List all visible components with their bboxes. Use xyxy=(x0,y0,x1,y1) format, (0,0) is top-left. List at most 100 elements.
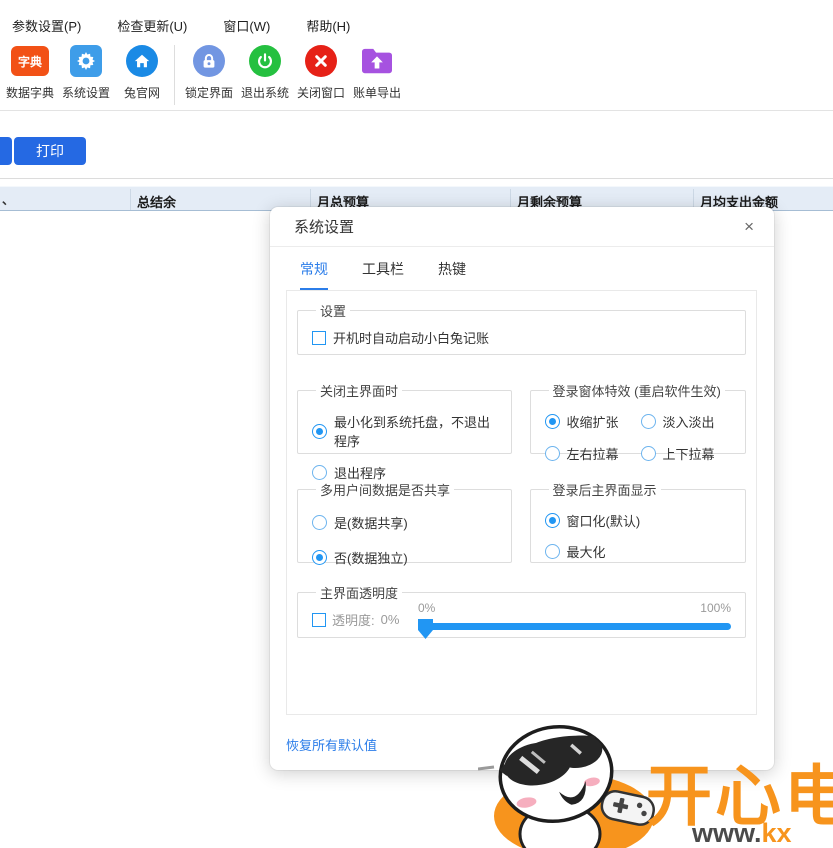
radio-icon xyxy=(545,414,560,429)
column-separator xyxy=(130,189,131,210)
toolbar-button-close-window[interactable]: 关闭窗口 xyxy=(293,44,349,101)
group-legend: 关闭主界面时 xyxy=(316,381,402,400)
print-button[interactable]: 打印 xyxy=(14,137,86,165)
menu-item-check-update[interactable]: 检查更新(U) xyxy=(115,14,189,37)
checkbox-icon xyxy=(312,613,326,627)
tab-general[interactable]: 常规 xyxy=(300,259,328,290)
group-login-effect: 登录窗体特效 (重启软件生效) 收缩扩张 淡入淡出 左右拉幕 xyxy=(530,381,746,454)
table-header-partial-text: 、 xyxy=(2,191,14,208)
transparency-value: 0% xyxy=(381,612,400,627)
system-settings-dialog: 系统设置 × 常规 工具栏 热键 设置 开机时自动启动小白兔记账 关闭主界面时 … xyxy=(270,207,774,770)
transparency-slider[interactable] xyxy=(418,618,731,638)
radio-effect-shrink-expand[interactable]: 收缩扩张 xyxy=(545,412,641,431)
group-legend: 登录窗体特效 (重启软件生效) xyxy=(549,381,725,400)
radio-icon xyxy=(312,515,327,530)
radio-label: 窗口化(默认) xyxy=(567,511,641,530)
radio-icon xyxy=(641,446,656,461)
toolbar-button-lock-screen[interactable]: 锁定界面 xyxy=(181,44,237,101)
dialog-title: 系统设置 xyxy=(294,216,354,237)
folder-export-icon xyxy=(360,44,394,78)
radio-share-yes[interactable]: 是(数据共享) xyxy=(312,513,499,532)
checkbox-icon xyxy=(312,331,326,345)
radio-icon xyxy=(312,424,327,439)
checkbox-transparency[interactable]: 透明度: 0% xyxy=(312,610,418,629)
close-icon[interactable]: × xyxy=(744,218,754,235)
group-legend: 设置 xyxy=(316,301,350,320)
mascot-body xyxy=(520,804,600,848)
radio-icon xyxy=(545,446,560,461)
toolbar-label: 账单导出 xyxy=(353,84,401,101)
radio-windowed[interactable]: 窗口化(默认) xyxy=(545,511,733,530)
radio-icon xyxy=(312,550,327,565)
toolbar-label: 退出系统 xyxy=(241,84,289,101)
checkbox-autostart[interactable]: 开机时自动启动小白兔记账 xyxy=(312,328,733,347)
radio-label: 最大化 xyxy=(567,542,606,561)
radio-label: 收缩扩张 xyxy=(567,412,619,431)
toolbar: 字典 数据字典 系统设置 兔官网 锁定界面 xyxy=(2,44,405,105)
group-main-display: 登录后主界面显示 窗口化(默认) 最大化 xyxy=(530,480,746,563)
partial-button-left[interactable] xyxy=(0,137,12,165)
toolbar-button-data-dictionary[interactable]: 字典 数据字典 xyxy=(2,44,58,101)
menu-item-help[interactable]: 帮助(H) xyxy=(304,14,352,37)
tab-toolbar[interactable]: 工具栏 xyxy=(362,259,404,290)
menu-item-window[interactable]: 窗口(W) xyxy=(221,14,272,37)
game-controller-icon xyxy=(599,789,656,827)
group-legend: 登录后主界面显示 xyxy=(549,480,661,499)
watermark-url-highlight: kx xyxy=(762,818,792,848)
toolbar-label: 兔官网 xyxy=(124,84,160,101)
slider-min-label: 0% xyxy=(418,601,435,615)
svg-text:www.kx: www.kx xyxy=(691,818,792,848)
checkbox-label: 开机时自动启动小白兔记账 xyxy=(333,328,489,347)
group-close-behavior: 关闭主界面时 最小化到系统托盘，不退出程序 退出程序 xyxy=(297,381,512,454)
dialog-header: 系统设置 × xyxy=(270,207,774,247)
toolbar-label: 数据字典 xyxy=(6,84,54,101)
radio-minimize-to-tray[interactable]: 最小化到系统托盘，不退出程序 xyxy=(312,412,499,450)
content-divider xyxy=(0,178,833,179)
toolbar-label: 系统设置 xyxy=(62,84,110,101)
slider-handle[interactable] xyxy=(418,619,433,639)
radio-label: 左右拉幕 xyxy=(567,444,619,463)
menu-item-parameters[interactable]: 参数设置(P) xyxy=(10,14,83,37)
slider-track[interactable] xyxy=(426,623,731,630)
column-header-total-balance[interactable]: 总结余 xyxy=(137,192,176,211)
tab-hotkeys[interactable]: 热键 xyxy=(438,259,466,290)
menu-bar: 参数设置(P) 检查更新(U) 窗口(W) 帮助(H) xyxy=(10,14,352,37)
radio-label: 是(数据共享) xyxy=(334,513,408,532)
restore-defaults-link[interactable]: 恢复所有默认值 xyxy=(286,738,377,753)
radio-share-no[interactable]: 否(数据独立) xyxy=(312,548,499,567)
radio-icon xyxy=(545,544,560,559)
radio-icon xyxy=(641,414,656,429)
toolbar-button-system-settings[interactable]: 系统设置 xyxy=(58,44,114,101)
power-icon xyxy=(249,44,281,78)
home-icon xyxy=(126,44,158,78)
radio-effect-fade[interactable]: 淡入淡出 xyxy=(641,412,733,431)
toolbar-separator xyxy=(174,45,175,105)
dictionary-icon: 字典 xyxy=(11,44,49,78)
toolbar-label: 锁定界面 xyxy=(185,84,233,101)
group-transparency: 主界面透明度 透明度: 0% 0% 100% xyxy=(297,583,746,638)
radio-icon xyxy=(312,465,327,480)
watermark-url-prefix: www. xyxy=(691,818,762,848)
radio-label: 上下拉幕 xyxy=(663,444,715,463)
radio-maximized[interactable]: 最大化 xyxy=(545,542,733,561)
group-legend: 多用户间数据是否共享 xyxy=(316,480,454,499)
gear-icon xyxy=(70,44,102,78)
radio-label: 淡入淡出 xyxy=(663,412,715,431)
toolbar-button-exit-system[interactable]: 退出系统 xyxy=(237,44,293,101)
dialog-tabs: 常规 工具栏 热键 xyxy=(270,247,774,290)
dialog-footer: 恢复所有默认值 xyxy=(286,735,774,755)
group-legend: 主界面透明度 xyxy=(316,583,402,602)
group-settings: 设置 开机时自动启动小白兔记账 xyxy=(297,301,746,355)
toolbar-label: 关闭窗口 xyxy=(297,84,345,101)
slider-max-label: 100% xyxy=(700,601,731,615)
lock-icon xyxy=(193,44,225,78)
watermark-brand-text: 开心电 xyxy=(646,759,833,833)
radio-effect-vertical-curtain[interactable]: 上下拉幕 xyxy=(641,444,733,463)
close-circle-icon xyxy=(305,44,337,78)
toolbar-button-export-bills[interactable]: 账单导出 xyxy=(349,44,405,101)
checkbox-label: 透明度: xyxy=(332,610,375,629)
radio-effect-horizontal-curtain[interactable]: 左右拉幕 xyxy=(545,444,641,463)
toolbar-button-official-site[interactable]: 兔官网 xyxy=(114,44,170,101)
mascot-orange-blob xyxy=(494,774,654,848)
group-multi-user-share: 多用户间数据是否共享 是(数据共享) 否(数据独立) xyxy=(297,480,512,563)
